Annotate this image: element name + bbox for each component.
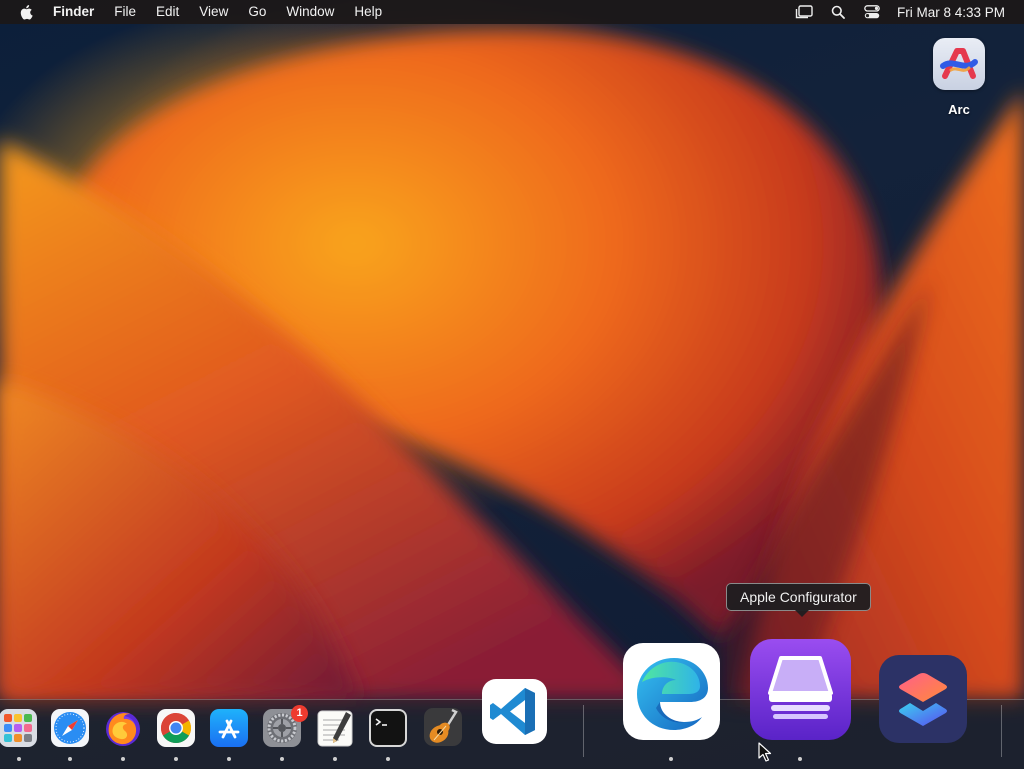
running-indicator — [174, 757, 178, 761]
dock-item-textedit[interactable] — [315, 708, 355, 748]
running-indicator — [386, 757, 390, 761]
dock-tooltip: Apple Configurator — [726, 583, 871, 617]
dock-separator — [1001, 705, 1002, 757]
launchpad-icon[interactable] — [0, 708, 38, 748]
edge-icon[interactable] — [622, 642, 721, 741]
menu-help[interactable]: Help — [344, 0, 392, 24]
menu-view[interactable]: View — [189, 0, 238, 24]
spotlight-search-icon[interactable] — [821, 0, 855, 24]
running-indicator — [121, 757, 125, 761]
dock-item-vscode[interactable] — [481, 678, 548, 745]
dock-item-chrome[interactable] — [156, 708, 196, 748]
app-store-icon[interactable] — [209, 708, 249, 748]
apple-configurator-icon[interactable] — [749, 638, 852, 741]
running-indicator — [798, 757, 802, 761]
wallpaper-art — [0, 30, 1024, 700]
dock-item-terminal[interactable] — [368, 708, 408, 748]
shortcuts-icon[interactable] — [878, 654, 968, 744]
dock-item-apple-configurator[interactable] — [749, 638, 852, 741]
dock-separator — [583, 705, 584, 757]
menu-go[interactable]: Go — [238, 0, 276, 24]
control-center-icon[interactable] — [855, 0, 889, 24]
dock-item-app-store[interactable] — [209, 708, 249, 748]
menu-bar-clock[interactable]: Fri Mar 8 4:33 PM — [897, 5, 1005, 20]
menu-window[interactable]: Window — [276, 0, 344, 24]
notification-badge: 1 — [291, 705, 308, 722]
app-menu-finder[interactable]: Finder — [52, 0, 104, 24]
running-indicator — [669, 757, 673, 761]
desktop-wallpaper — [0, 0, 1024, 768]
menu-bar: Finder File Edit View Go Window Help Fri… — [0, 0, 1024, 24]
firefox-icon[interactable] — [103, 708, 143, 748]
dock-item-edge[interactable] — [622, 642, 721, 741]
running-indicator — [17, 757, 21, 761]
running-indicator — [333, 757, 337, 761]
menu-file[interactable]: File — [104, 0, 146, 24]
garageband-icon[interactable] — [422, 706, 464, 748]
running-indicator — [280, 757, 284, 761]
running-indicator — [68, 757, 72, 761]
arc-browser-icon[interactable] — [933, 38, 985, 90]
stage-manager-icon[interactable] — [787, 0, 821, 24]
dock-item-safari[interactable] — [50, 708, 90, 748]
dock-item-launchpad[interactable] — [0, 708, 38, 748]
terminal-icon[interactable] — [368, 708, 408, 748]
mouse-cursor-icon — [758, 742, 772, 762]
safari-icon[interactable] — [50, 708, 90, 748]
desktop-icon-arc[interactable]: Arc — [931, 38, 987, 117]
textedit-icon[interactable] — [315, 708, 355, 748]
dock-item-firefox[interactable] — [103, 708, 143, 748]
dock-item-garageband[interactable] — [422, 706, 464, 748]
apple-menu-icon[interactable] — [0, 0, 52, 24]
menu-edit[interactable]: Edit — [146, 0, 189, 24]
desktop-icon-label: Arc — [948, 102, 970, 117]
dock-item-shortcuts[interactable] — [878, 654, 968, 744]
vscode-icon[interactable] — [481, 678, 548, 745]
chrome-icon[interactable] — [156, 708, 196, 748]
running-indicator — [227, 757, 231, 761]
